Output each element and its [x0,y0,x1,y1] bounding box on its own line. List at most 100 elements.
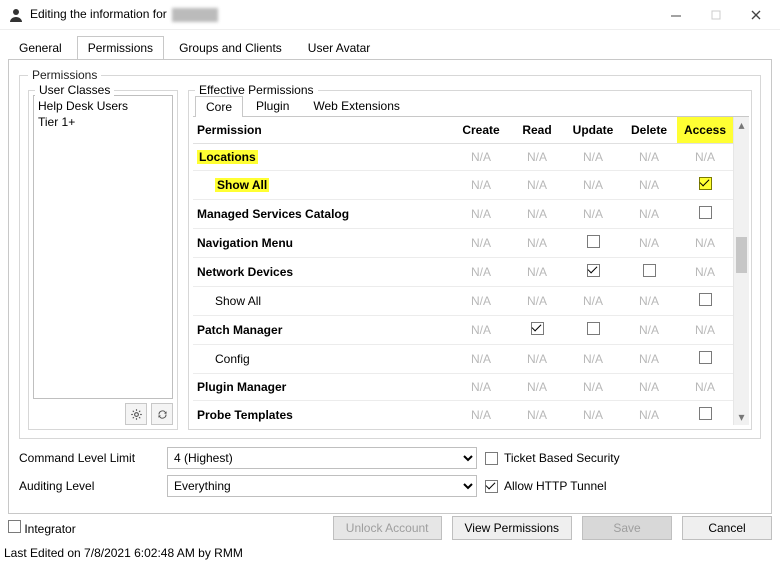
na-cell: N/A [453,287,509,316]
na-cell: N/A [621,144,677,171]
effective-permissions-panel: Effective Permissions Core Plugin Web Ex… [188,90,752,430]
ticket-based-security-label[interactable]: Ticket Based Security [504,451,620,465]
perm-checkbox[interactable] [699,407,712,420]
perm-checkbox[interactable] [587,264,600,277]
checkbox-cell [677,200,733,229]
perm-checkbox[interactable] [531,322,544,335]
na-cell: N/A [453,258,509,287]
dialog-buttons: Integrator Unlock Account View Permissio… [8,516,772,540]
table-row: Show AllN/AN/AN/AN/A [193,171,733,200]
perm-checkbox[interactable] [699,206,712,219]
effective-permissions-legend: Effective Permissions [195,83,318,97]
col-access[interactable]: Access [677,117,733,144]
col-create[interactable]: Create [453,117,509,144]
col-update[interactable]: Update [565,117,621,144]
col-read[interactable]: Read [509,117,565,144]
na-cell: N/A [509,345,565,374]
main-tabbar: General Permissions Groups and Clients U… [0,30,780,60]
view-permissions-button[interactable]: View Permissions [452,516,572,540]
perm-name-cell: Show All [193,171,453,200]
subtab-core[interactable]: Core [195,96,243,117]
table-row: Plugin ManagerN/AN/AN/AN/AN/A [193,374,733,401]
perm-checkbox[interactable] [699,293,712,306]
na-cell: N/A [453,171,509,200]
checkbox-cell [677,171,733,200]
perm-name-cell: Locations [193,144,453,171]
refresh-button[interactable] [151,403,173,425]
col-delete[interactable]: Delete [621,117,677,144]
na-cell: N/A [509,287,565,316]
perm-checkbox[interactable] [643,264,656,277]
scroll-up-icon[interactable]: ▴ [734,117,749,133]
tab-user-avatar[interactable]: User Avatar [297,36,381,60]
auditing-level-select[interactable]: Everything [167,475,477,497]
settings-button[interactable] [125,403,147,425]
tab-general[interactable]: General [8,36,73,60]
perm-name-cell: Config [193,345,453,374]
na-cell: N/A [565,171,621,200]
tab-groups-clients[interactable]: Groups and Clients [168,36,293,60]
user-classes-panel: User Classes Help Desk Users Tier 1+ [28,90,178,430]
na-cell: N/A [509,401,565,426]
subtab-plugin[interactable]: Plugin [245,95,300,116]
maximize-button[interactable] [696,1,736,29]
window-title-prefix: Editing the information for [30,7,170,21]
perm-checkbox[interactable] [699,351,712,364]
na-cell: N/A [509,374,565,401]
refresh-icon [156,408,169,421]
command-level-select[interactable]: 4 (Highest) [167,447,477,469]
status-bar: Last Edited on 7/8/2021 6:02:48 AM by RM… [4,546,776,560]
settings-rows: Command Level Limit 4 (Highest) Ticket B… [19,447,761,497]
minimize-button[interactable] [656,1,696,29]
na-cell: N/A [565,401,621,426]
perm-checkbox[interactable] [587,235,600,248]
tab-panel: Permissions User Classes Help Desk Users… [8,59,772,514]
table-row: ConfigN/AN/AN/AN/A [193,345,733,374]
permissions-header-row: Permission Create Read Update Delete Acc… [193,117,733,144]
na-cell: N/A [453,316,509,345]
perm-name-cell: Network Devices [193,258,453,287]
tab-permissions[interactable]: Permissions [77,36,164,60]
na-cell: N/A [509,229,565,258]
checkbox-cell [677,401,733,426]
na-cell: N/A [453,345,509,374]
allow-http-tunnel-checkbox[interactable] [485,480,498,493]
perm-name-cell: Show All [193,287,453,316]
table-row: Network DevicesN/AN/AN/A [193,258,733,287]
na-cell: N/A [509,171,565,200]
na-cell: N/A [509,200,565,229]
na-cell: N/A [509,258,565,287]
allow-http-tunnel-label[interactable]: Allow HTTP Tunnel [504,479,607,493]
permissions-scrollbar[interactable]: ▴ ▾ [733,117,749,425]
cancel-button[interactable]: Cancel [682,516,772,540]
checkbox-cell [509,316,565,345]
na-cell: N/A [677,316,733,345]
checkbox-cell [565,316,621,345]
list-item[interactable]: Tier 1+ [38,114,168,130]
integrator-checkbox[interactable] [8,520,21,533]
na-cell: N/A [565,144,621,171]
checkbox-cell [621,258,677,287]
perm-checkbox[interactable] [587,322,600,335]
perm-checkbox[interactable] [699,177,712,190]
user-classes-list[interactable]: Help Desk Users Tier 1+ [33,95,173,399]
na-cell: N/A [621,171,677,200]
save-button: Save [582,516,672,540]
col-permission[interactable]: Permission [193,117,453,144]
window-title: Editing the information for [30,7,218,22]
na-cell: N/A [621,200,677,229]
scrollbar-thumb[interactable] [736,237,747,273]
na-cell: N/A [621,229,677,258]
list-item[interactable]: Help Desk Users [38,98,168,114]
permissions-group-legend: Permissions [28,68,101,82]
effective-subtabs: Core Plugin Web Extensions [193,95,749,117]
redacted-name [172,8,218,22]
na-cell: N/A [621,316,677,345]
scroll-down-icon[interactable]: ▾ [734,409,749,425]
integrator-label[interactable]: Integrator [24,522,75,536]
subtab-web-extensions[interactable]: Web Extensions [302,95,411,116]
na-cell: N/A [453,229,509,258]
ticket-based-security-checkbox[interactable] [485,452,498,465]
close-button[interactable] [736,1,776,29]
na-cell: N/A [621,345,677,374]
